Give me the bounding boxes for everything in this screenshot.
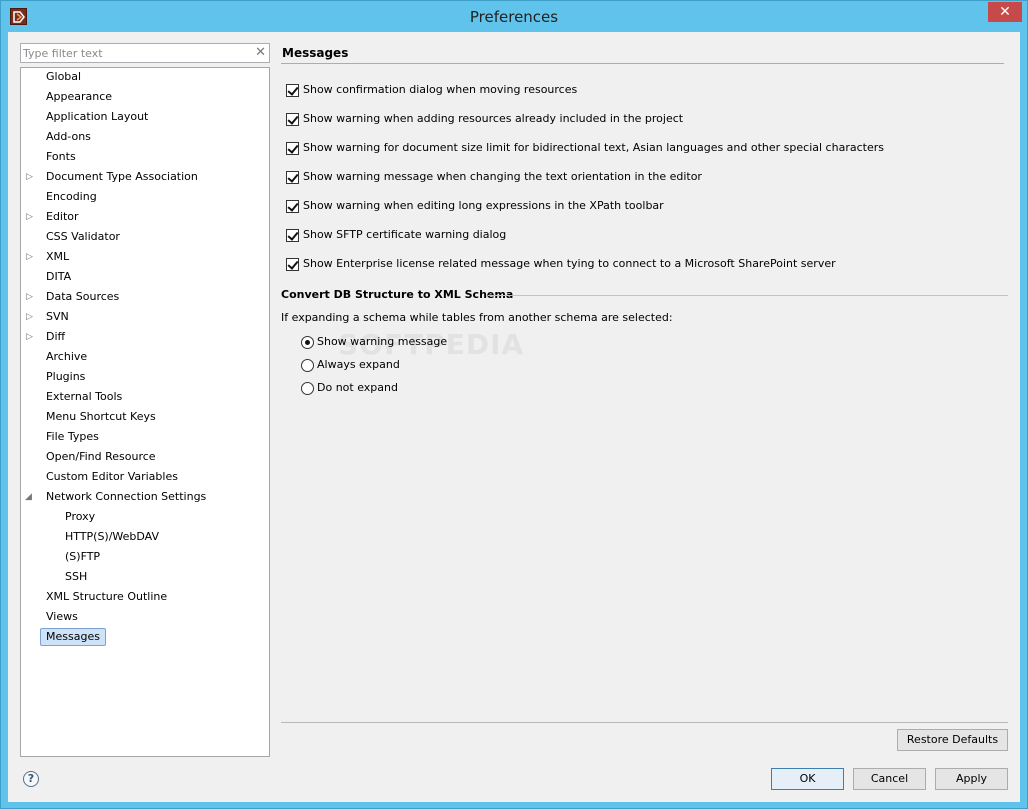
option-warn-xpath[interactable]: Show warning when editing long expressio… [286,198,664,214]
group-title: Convert DB Structure to XML Schema [281,288,519,301]
tree-item-document-type-association[interactable]: Document Type Association [41,168,203,186]
tree-item-appearance[interactable]: Appearance [41,88,117,106]
option-confirm-moving[interactable]: Show confirmation dialog when moving res… [286,82,577,98]
title-bar[interactable]: Preferences ✕ [1,1,1027,32]
ok-button[interactable]: OK [771,768,844,790]
group-description: If expanding a schema while tables from … [281,311,673,324]
checkbox-checked[interactable] [286,257,299,271]
radio-unselected[interactable] [301,358,314,372]
tree-item-open-find-resource[interactable]: Open/Find Resource [41,448,161,466]
tree-item-dita[interactable]: DITA [41,268,76,286]
page-title: Messages [282,46,349,60]
tree-item-diff[interactable]: Diff [41,328,70,346]
title-divider [281,63,1004,64]
tree-item-fonts[interactable]: Fonts [41,148,81,166]
tree-item-network-connection-settings[interactable]: Network Connection Settings [41,488,211,506]
clear-filter-icon[interactable]: ✕ [255,45,266,61]
checkbox-checked[interactable] [286,141,299,155]
help-icon[interactable]: ? [23,771,39,787]
tree-item-menu-shortcut-keys[interactable]: Menu Shortcut Keys [41,408,161,426]
filter-field[interactable]: ✕ [20,43,270,63]
radio-always-expand[interactable]: Always expand [301,357,400,373]
preferences-tree[interactable]: Global Appearance Application Layout Add… [20,67,270,757]
bottom-divider [281,722,1008,723]
preferences-window: Preferences ✕ ✕ Global Appearance Applic… [0,0,1028,809]
apply-button[interactable]: Apply [935,768,1008,790]
checkbox-checked[interactable] [286,199,299,213]
checkbox-checked[interactable] [286,83,299,97]
radio-show-warning[interactable]: Show warning message [301,334,447,350]
option-label: Show confirmation dialog when moving res… [303,83,578,96]
option-label: Show Enterprise license related message … [303,257,836,270]
tree-item-archive[interactable]: Archive [41,348,92,366]
tree-item-sftp[interactable]: (S)FTP [60,548,105,566]
option-label: Show warning message when changing the t… [303,170,702,183]
tree-item-editor[interactable]: Editor [41,208,84,226]
tree-item-svn[interactable]: SVN [41,308,74,326]
option-sharepoint-license[interactable]: Show Enterprise license related message … [286,256,836,272]
tree-item-http-webdav[interactable]: HTTP(S)/WebDAV [60,528,164,546]
checkbox-checked[interactable] [286,112,299,126]
radio-selected[interactable] [301,335,314,349]
expand-arrow-icon[interactable]: ▷ [26,292,34,302]
collapse-arrow-icon[interactable]: ◢ [25,492,33,502]
tree-item-add-ons[interactable]: Add-ons [41,128,96,146]
expand-arrow-icon[interactable]: ▷ [26,172,34,182]
window-title: Preferences [469,8,559,26]
restore-defaults-button[interactable]: Restore Defaults [897,729,1008,751]
tree-item-encoding[interactable]: Encoding [41,188,102,206]
expand-arrow-icon[interactable]: ▷ [26,332,34,342]
option-warn-adding-resources[interactable]: Show warning when adding resources alrea… [286,111,683,127]
checkbox-checked[interactable] [286,170,299,184]
close-button[interactable]: ✕ [988,2,1022,22]
radio-do-not-expand[interactable]: Do not expand [301,380,398,396]
tree-item-xml[interactable]: XML [41,248,74,266]
tree-item-application-layout[interactable]: Application Layout [41,108,153,126]
tree-item-views[interactable]: Views [41,608,83,626]
option-label: Show warning when adding resources alrea… [303,112,684,125]
cancel-button[interactable]: Cancel [853,768,926,790]
tree-item-messages[interactable]: Messages [40,628,106,646]
option-label: Show SFTP certificate warning dialog [303,228,507,241]
expand-arrow-icon[interactable]: ▷ [26,312,34,322]
expand-arrow-icon[interactable]: ▷ [26,212,34,222]
radio-label: Do not expand [317,381,398,394]
tree-item-plugins[interactable]: Plugins [41,368,90,386]
filter-input[interactable] [23,46,248,61]
option-warn-text-orientation[interactable]: Show warning message when changing the t… [286,169,702,185]
tree-item-global[interactable]: Global [41,68,86,86]
tree-item-custom-editor-variables[interactable]: Custom Editor Variables [41,468,183,486]
option-label: Show warning for document size limit for… [303,141,884,154]
option-label: Show warning when editing long expressio… [303,199,664,212]
tree-item-data-sources[interactable]: Data Sources [41,288,124,306]
radio-label: Always expand [317,358,400,371]
option-sftp-certificate[interactable]: Show SFTP certificate warning dialog [286,227,506,243]
radio-label: Show warning message [317,335,448,348]
tree-item-css-validator[interactable]: CSS Validator [41,228,125,246]
tree-item-file-types[interactable]: File Types [41,428,104,446]
dialog-body: ✕ Global Appearance Application Layout A… [8,32,1020,802]
tree-item-external-tools[interactable]: External Tools [41,388,127,406]
radio-unselected[interactable] [301,381,314,395]
checkbox-checked[interactable] [286,228,299,242]
tree-item-ssh[interactable]: SSH [60,568,92,586]
option-warn-document-size[interactable]: Show warning for document size limit for… [286,140,884,156]
expand-arrow-icon[interactable]: ▷ [26,252,34,262]
group-divider [488,295,1008,296]
close-icon: ✕ [999,4,1011,20]
tree-item-xml-structure-outline[interactable]: XML Structure Outline [41,588,172,606]
tree-item-proxy[interactable]: Proxy [60,508,100,526]
